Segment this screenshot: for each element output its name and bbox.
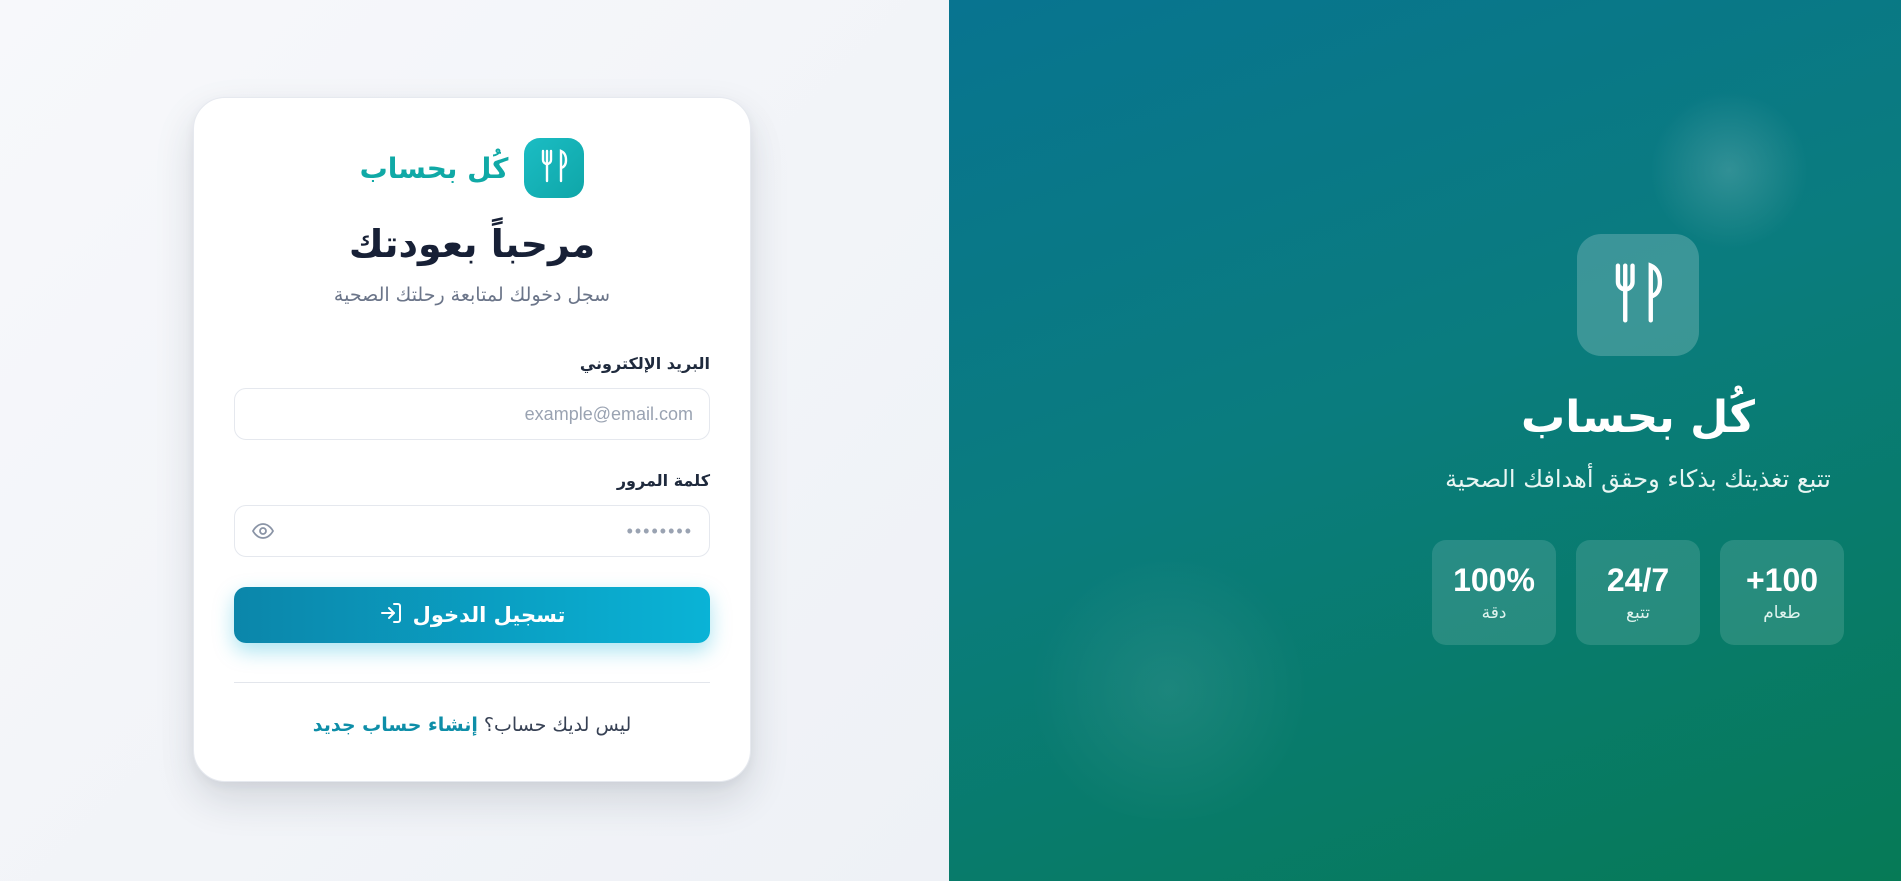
login-button-label: تسجيل الدخول bbox=[412, 603, 566, 627]
password-field[interactable]: •••••••• bbox=[234, 505, 710, 557]
stat-label: دقة bbox=[1481, 603, 1507, 623]
stats-row: 100% دقة 24/7 تتبع +100 طعام bbox=[1432, 540, 1844, 645]
eye-icon[interactable] bbox=[251, 519, 275, 543]
stat-label: تتبع bbox=[1625, 603, 1651, 623]
password-mask: •••••••• bbox=[626, 520, 693, 541]
stat-value: 100% bbox=[1453, 562, 1535, 598]
stat-card: +100 طعام bbox=[1720, 540, 1844, 645]
stat-card: 24/7 تتبع bbox=[1576, 540, 1700, 645]
signup-link[interactable]: إنشاء حساب جديد bbox=[313, 714, 478, 736]
divider bbox=[234, 682, 710, 683]
hero-pane: كُل بحساب تتبع تغذيتك بذكاء وحقق أهدافك … bbox=[949, 0, 1901, 881]
brand-logo bbox=[524, 138, 585, 198]
page-subtitle: سجل دخولك لمتابعة رحلتك الصحية bbox=[333, 284, 611, 306]
password-label: كلمة المرور bbox=[616, 471, 710, 490]
decorative-glow bbox=[1649, 90, 1809, 250]
brand-header: كُل بحساب bbox=[194, 138, 750, 198]
login-card: كُل بحساب مرحباً بعودتك سجل دخولك لمتابع… bbox=[193, 97, 751, 782]
no-account-text: ليس لديك حساب؟ bbox=[483, 714, 632, 736]
brand-name: كُل بحساب bbox=[359, 151, 509, 185]
email-label: البريد الإلكتروني bbox=[579, 354, 710, 373]
login-arrow-icon bbox=[379, 601, 403, 630]
signup-row: ليس لديك حساب؟ إنشاء حساب جديد bbox=[194, 714, 750, 736]
email-placeholder: example@email.com bbox=[524, 403, 693, 424]
hero-logo bbox=[1577, 234, 1699, 356]
utensils-icon bbox=[539, 149, 569, 187]
stat-value: +100 bbox=[1745, 562, 1819, 598]
hero-title: كُل بحساب bbox=[1521, 392, 1755, 443]
utensils-icon bbox=[1610, 262, 1666, 328]
decorative-glow bbox=[1019, 560, 1319, 820]
email-field[interactable]: example@email.com bbox=[234, 388, 710, 440]
hero-tagline: تتبع تغذيتك بذكاء وحقق أهدافك الصحية bbox=[1445, 465, 1831, 493]
stat-label: طعام bbox=[1763, 603, 1801, 623]
page-title: مرحباً بعودتك bbox=[348, 222, 596, 266]
stat-card: 100% دقة bbox=[1432, 540, 1556, 645]
stat-value: 24/7 bbox=[1606, 562, 1670, 598]
login-pane: كُل بحساب مرحباً بعودتك سجل دخولك لمتابع… bbox=[0, 0, 949, 881]
login-button[interactable]: تسجيل الدخول bbox=[234, 587, 710, 643]
